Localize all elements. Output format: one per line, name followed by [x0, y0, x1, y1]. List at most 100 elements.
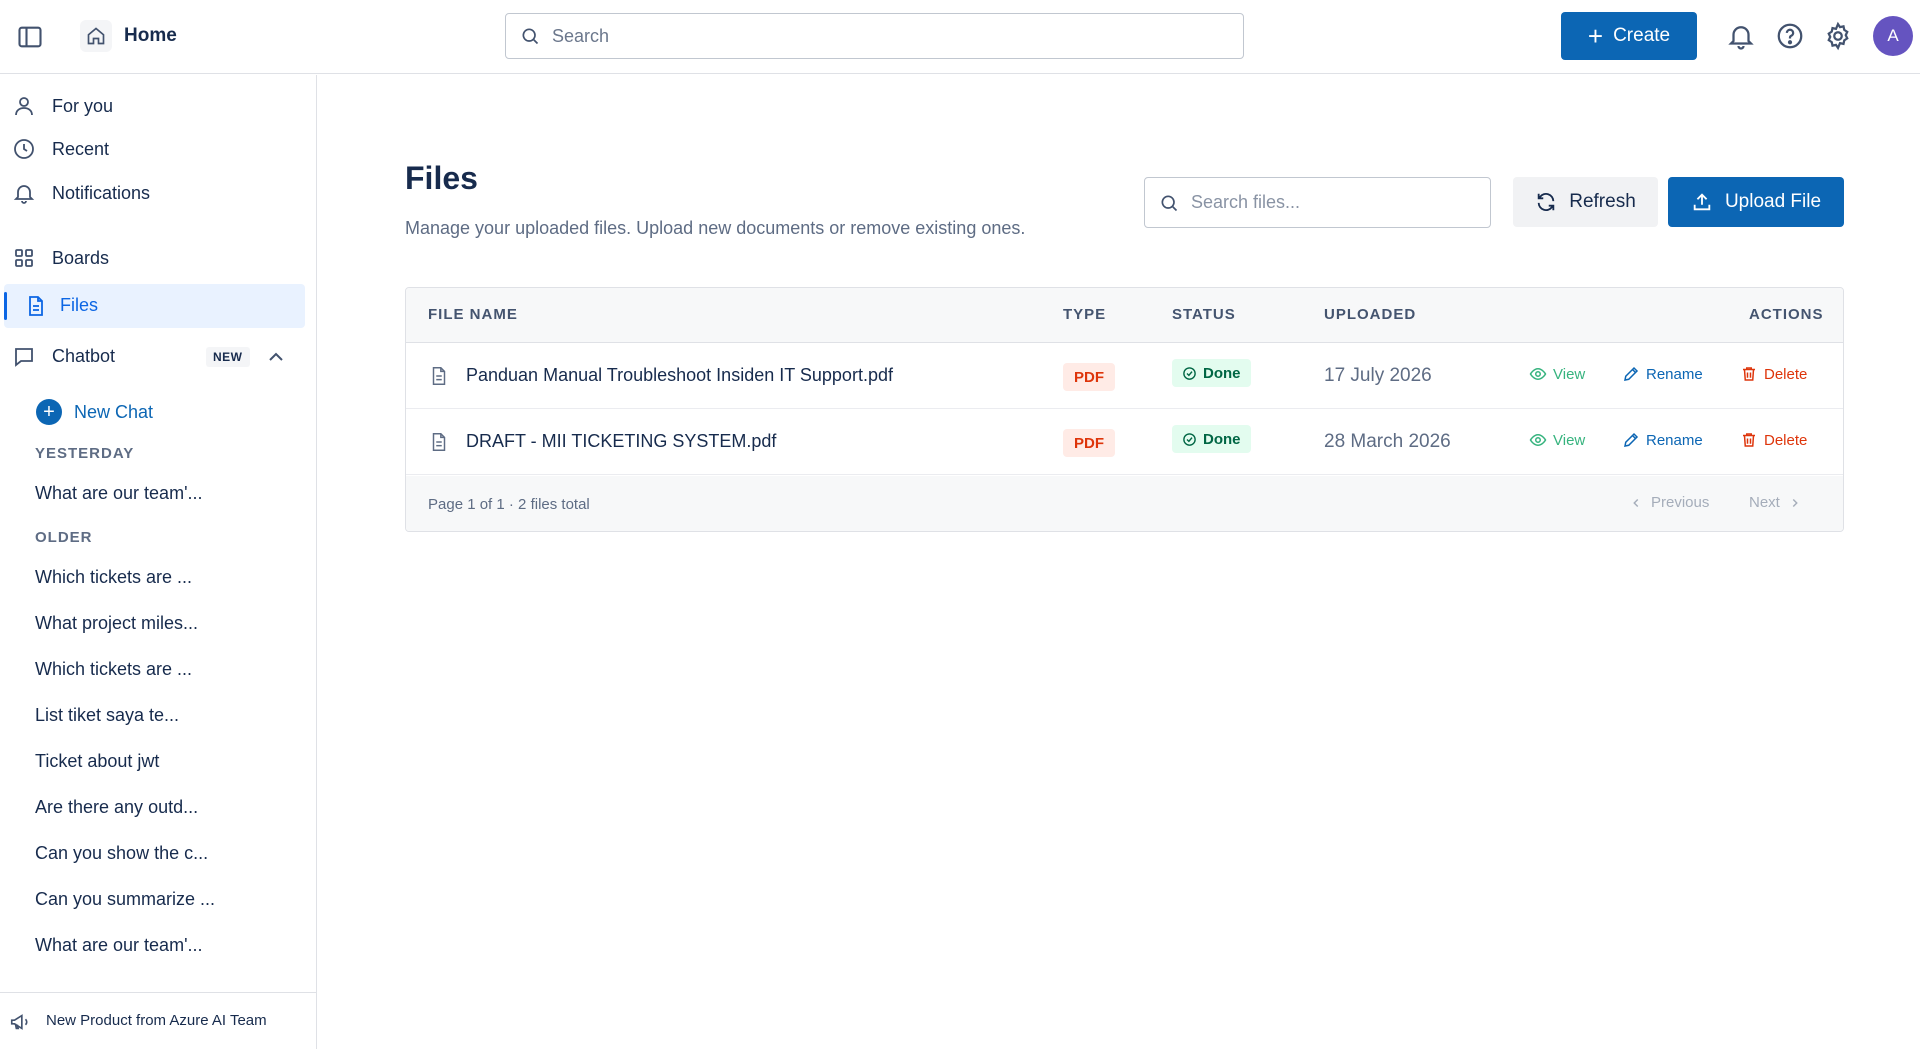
chat-history-item[interactable]: Can you summarize ... — [35, 889, 215, 910]
megaphone-icon — [10, 1014, 28, 1030]
chat-history-item[interactable]: Ticket about jwt — [35, 751, 159, 772]
header-type[interactable]: TYPE — [1063, 306, 1106, 323]
grid-icon — [15, 249, 33, 267]
view-button[interactable]: View — [1529, 431, 1585, 449]
create-button[interactable]: + Create — [1561, 12, 1697, 60]
top-bar: Home + Create A — [0, 0, 1920, 74]
new-badge: NEW — [206, 347, 250, 367]
files-search[interactable] — [1144, 177, 1491, 228]
view-label: View — [1553, 365, 1586, 383]
bell-icon[interactable] — [1726, 21, 1756, 51]
delete-label: Delete — [1764, 431, 1808, 449]
chat-history-item[interactable]: Are there any outd... — [35, 797, 198, 818]
rename-button[interactable]: Rename — [1622, 431, 1703, 449]
chat-history-item[interactable]: Can you show the c... — [35, 843, 208, 864]
eye-icon — [1529, 433, 1547, 447]
file-name[interactable]: DRAFT - MII TICKETING SYSTEM.pdf — [466, 431, 776, 452]
home-icon — [80, 20, 112, 52]
header-file-name[interactable]: FILE NAME — [428, 306, 518, 323]
table-row: Panduan Manual Troubleshoot Insiden IT S… — [406, 343, 1843, 409]
sidebar-item-boards[interactable]: Boards — [0, 238, 317, 278]
global-search[interactable] — [505, 13, 1244, 59]
rename-label: Rename — [1646, 365, 1703, 383]
upload-file-button[interactable]: Upload File — [1668, 177, 1844, 227]
refresh-button[interactable]: Refresh — [1513, 177, 1658, 227]
chat-bubble-icon — [15, 348, 33, 367]
sidebar-item-label: Boards — [52, 247, 110, 268]
header-uploaded[interactable]: UPLOADED — [1324, 306, 1416, 323]
home-link[interactable]: Home — [80, 18, 177, 54]
new-chat-label: New Chat — [74, 401, 154, 422]
status-label: Done — [1203, 364, 1241, 382]
status-badge: Done — [1172, 359, 1251, 387]
pagination-info: Page 1 of 1 · 2 files total — [428, 496, 590, 513]
search-icon — [1161, 195, 1178, 211]
chat-history-item[interactable]: What are our team'... — [35, 935, 203, 956]
eye-icon — [1529, 367, 1547, 381]
sidebar-item-label: Notifications — [52, 182, 151, 203]
sidebar: For you Recent Notifications Boards File… — [0, 75, 317, 1049]
help-icon[interactable] — [1775, 21, 1805, 51]
sidebar-item-files[interactable]: Files — [4, 284, 305, 328]
upload-icon — [1693, 193, 1711, 211]
chat-history-item[interactable]: What project miles... — [35, 613, 198, 634]
sidebar-item-for-you[interactable]: For you — [0, 86, 317, 126]
pencil-icon — [1624, 432, 1639, 447]
delete-button[interactable]: Delete — [1740, 431, 1807, 449]
sidebar-item-label: For you — [52, 95, 114, 116]
sidebar-item-recent[interactable]: Recent — [0, 129, 317, 169]
announcement-label: New Product from Azure AI Team — [46, 1012, 267, 1029]
refresh-label: Refresh — [1569, 191, 1636, 212]
new-chat-button[interactable]: + New Chat — [36, 398, 153, 426]
chevron-up-icon[interactable] — [264, 345, 288, 369]
next-page-button[interactable]: Next — [1749, 494, 1802, 511]
chat-history-item[interactable]: List tiket saya te... — [35, 705, 179, 726]
gear-icon[interactable] — [1823, 21, 1853, 51]
document-icon — [29, 296, 43, 316]
page-title: Files — [405, 160, 478, 196]
sidebar-item-label: Files — [60, 295, 99, 315]
bell-icon — [13, 185, 35, 204]
pencil-icon — [1624, 366, 1639, 381]
delete-label: Delete — [1764, 365, 1808, 383]
global-search-input[interactable] — [552, 25, 1192, 47]
files-search-input[interactable] — [1191, 192, 1471, 213]
chat-history-item[interactable]: Which tickets are ... — [35, 567, 192, 588]
clock-icon — [14, 139, 34, 159]
type-badge: PDF — [1063, 363, 1115, 391]
document-icon — [432, 367, 446, 385]
avatar[interactable]: A — [1873, 16, 1913, 56]
sidebar-toggle-icon[interactable] — [16, 23, 44, 51]
chat-history-item[interactable]: What are our team'... — [35, 483, 203, 504]
previous-page-button[interactable]: Previous — [1629, 494, 1709, 511]
home-label: Home — [124, 25, 177, 46]
table-pagination: Page 1 of 1 · 2 files total Previous Nex… — [406, 476, 1843, 531]
chat-history-item[interactable]: Which tickets are ... — [35, 659, 192, 680]
check-circle-icon — [1183, 432, 1196, 446]
next-label: Next — [1749, 494, 1780, 511]
announcement-footer[interactable]: New Product from Azure AI Team — [0, 992, 317, 1049]
header-actions: ACTIONS — [1749, 306, 1824, 323]
trash-icon — [1743, 433, 1755, 447]
file-name[interactable]: Panduan Manual Troubleshoot Insiden IT S… — [466, 365, 893, 386]
sidebar-item-notifications[interactable]: Notifications — [0, 173, 317, 213]
previous-label: Previous — [1651, 494, 1710, 511]
uploaded-date: 17 July 2026 — [1324, 365, 1432, 386]
header-status[interactable]: STATUS — [1172, 306, 1236, 323]
view-label: View — [1553, 431, 1586, 449]
rename-button[interactable]: Rename — [1622, 365, 1703, 383]
create-label: Create — [1613, 25, 1671, 46]
view-button[interactable]: View — [1529, 365, 1585, 383]
active-indicator — [4, 292, 7, 320]
chevron-right-icon — [1792, 498, 1798, 507]
table-header: FILE NAME TYPE STATUS UPLOADED ACTIONS — [406, 288, 1843, 343]
table-row: DRAFT - MII TICKETING SYSTEM.pdf PDF Don… — [406, 409, 1843, 475]
plus-icon: + — [36, 399, 62, 425]
sidebar-item-chatbot[interactable]: Chatbot NEW — [0, 337, 317, 377]
sidebar-item-label: Recent — [52, 138, 110, 159]
type-badge: PDF — [1063, 429, 1115, 457]
page-description: Manage your uploaded files. Upload new d… — [405, 218, 1026, 238]
delete-button[interactable]: Delete — [1740, 365, 1807, 383]
search-icon — [522, 28, 539, 45]
refresh-icon — [1537, 193, 1555, 211]
